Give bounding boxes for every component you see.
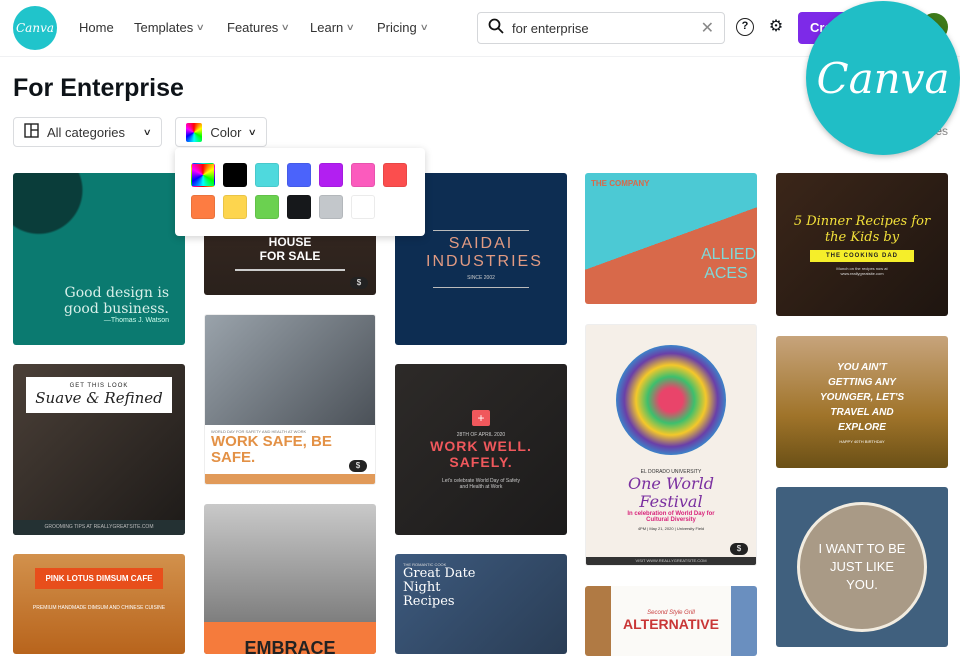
nav-home[interactable]: Home <box>79 20 114 35</box>
card-photo <box>205 315 375 425</box>
color-swatch[interactable] <box>319 195 343 219</box>
search-icon <box>488 18 504 39</box>
help-icon[interactable]: ? <box>736 18 754 36</box>
color-swatch[interactable] <box>255 163 279 187</box>
nav-pricing[interactable]: Pricing ∨ <box>377 20 429 35</box>
chevron-down-icon: ∨ <box>248 126 258 137</box>
color-swatch[interactable] <box>255 195 279 219</box>
gear-icon[interactable]: ⚙ <box>767 18 785 36</box>
card-author: —Thomas J. Watson <box>103 316 169 324</box>
nav-home-label: Home <box>79 20 114 35</box>
card-sub: Munch on the recipes now at www.reallygr… <box>836 265 888 276</box>
color-swatch[interactable] <box>287 163 311 187</box>
card-footer-bar <box>205 474 375 484</box>
card-header-box: GET THIS LOOK Suave & Refined <box>26 377 172 413</box>
card-top: THE COMPANY <box>591 179 650 188</box>
color-swatch[interactable] <box>383 163 407 187</box>
clear-search-icon[interactable]: ✕ <box>701 18 714 38</box>
template-card[interactable]: PINK LOTUS DIMSUM CAFE PREMIUM HANDMADE … <box>13 554 185 654</box>
color-dropdown <box>175 148 425 236</box>
premium-badge: $ <box>349 460 367 472</box>
card-sub: Let's celebrate World Day of Safety and … <box>441 477 521 490</box>
color-swatch[interactable] <box>351 195 375 219</box>
first-aid-icon: + <box>472 409 490 426</box>
premium-badge: $ <box>350 277 368 289</box>
card-title: One World Festival <box>628 474 714 511</box>
template-card[interactable]: + 28TH OF APRIL 2020 WORK WELL. SAFELY. … <box>395 364 567 535</box>
card-title: HOUSE FOR SALE <box>259 234 321 263</box>
divider <box>235 268 345 271</box>
category-filter[interactable]: All categories ∨ <box>13 117 162 147</box>
template-card[interactable]: Good design is good business. —Thomas J.… <box>13 173 185 345</box>
category-label: All categories <box>47 124 126 140</box>
color-swatch[interactable] <box>319 163 343 187</box>
photo-circle: I WANT TO BE JUST LIKE YOU. <box>797 502 927 632</box>
layout-icon <box>24 123 39 141</box>
card-title: Great Date Night Recipes <box>403 566 476 609</box>
color-swatch[interactable] <box>223 195 247 219</box>
nav-learn[interactable]: Learn ∨ <box>310 20 356 35</box>
hands-heart-graphic <box>616 345 726 455</box>
template-card[interactable]: 5 Dinner Recipes for the Kids by THE COO… <box>776 173 948 316</box>
card-quote: Good design is good business. <box>64 284 169 317</box>
card-title: WORK SAFE, BE SAFE. <box>211 433 332 466</box>
card-sub: HAPPY 40TH BIRTHDAY <box>839 439 885 444</box>
nav-pricing-label: Pricing <box>377 20 417 35</box>
card-title: 5 Dinner Recipes for the Kids by <box>793 213 931 245</box>
chevron-down-icon: ∨ <box>345 22 356 32</box>
chevron-down-icon: ∨ <box>419 22 429 32</box>
color-filter[interactable]: Color ∨ <box>175 117 267 147</box>
color-label: Color <box>210 124 242 140</box>
template-card[interactable]: THE ROMANTIC COOK Great Date Night Recip… <box>395 554 567 654</box>
nav-templates-label: Templates <box>134 20 194 35</box>
card-title: I WANT TO BE JUST LIKE YOU. <box>818 541 906 592</box>
template-card[interactable]: EL DORADO UNIVERSITY One World Festival … <box>585 324 757 566</box>
page-title: For Enterprise <box>13 74 184 102</box>
card-title: ALTERNATIVE <box>623 616 719 632</box>
premium-badge: $ <box>730 543 748 555</box>
chevron-down-icon: ∨ <box>143 126 153 137</box>
nav-features[interactable]: Features ∨ <box>227 20 291 35</box>
custom-color-swatch[interactable] <box>191 163 215 187</box>
divider <box>433 287 529 288</box>
card-title: WORK WELL. SAFELY. <box>430 437 532 470</box>
nav-templates[interactable]: Templates ∨ <box>134 20 206 35</box>
color-swatch[interactable] <box>287 195 311 219</box>
search-value: for enterprise <box>512 20 589 36</box>
card-footer: GROOMING TIPS AT REALLYGREATSITE.COM <box>13 520 185 535</box>
nav-features-label: Features <box>227 20 279 35</box>
card-sub: SINCE 2002 <box>467 275 495 281</box>
search-input[interactable]: for enterprise ✕ <box>477 12 725 44</box>
card-tag: THE COOKING DAD <box>810 249 914 262</box>
nav-learn-label: Learn <box>310 20 344 35</box>
card-title: Suave & Refined <box>35 389 163 407</box>
canva-logo[interactable]: Canva <box>13 6 57 50</box>
card-footer: VISIT WWW.REALLYGREATSITE.COM <box>586 557 756 565</box>
color-swatch[interactable] <box>223 163 247 187</box>
chevron-down-icon: ∨ <box>280 22 291 32</box>
card-title: YOU AIN'T GETTING ANY YOUNGER, LET'S TRA… <box>819 362 905 433</box>
color-swatch[interactable] <box>351 163 375 187</box>
chevron-down-icon: ∨ <box>195 22 206 32</box>
rainbow-color-icon <box>186 122 203 142</box>
card-sub: In celebration of World Day for Cultural… <box>627 511 715 523</box>
template-card[interactable]: YOU AIN'T GETTING ANY YOUNGER, LET'S TRA… <box>776 336 948 468</box>
card-sub: PREMIUM HANDMADE DIMSUM AND CHINESE CUIS… <box>32 605 166 611</box>
card-title: PINK LOTUS DIMSUM CAFE <box>35 568 163 589</box>
canva-overlay-logo: Canva <box>806 1 960 155</box>
card-title: SAIDAI INDUSTRIES <box>426 235 543 270</box>
color-swatch[interactable] <box>191 195 215 219</box>
template-card[interactable]: THE COMPANY ALLIED ACES <box>585 173 757 304</box>
card-title: EMBRACE <box>204 622 376 654</box>
template-card[interactable]: I WANT TO BE JUST LIKE YOU. <box>776 487 948 647</box>
template-card[interactable]: GET THIS LOOK Suave & Refined GROOMING T… <box>13 364 185 535</box>
card-meta: 4PM | May 21, 2020 | University Field <box>637 526 705 531</box>
divider <box>433 230 529 231</box>
template-card[interactable]: WORLD DAY FOR SAFETY AND HEALTH AT WORK … <box>204 314 376 485</box>
template-card[interactable]: EMBRACE <box>204 504 376 654</box>
template-card[interactable]: Second Style Grill ALTERNATIVE <box>585 586 757 656</box>
card-title: ALLIED ACES <box>701 245 757 282</box>
